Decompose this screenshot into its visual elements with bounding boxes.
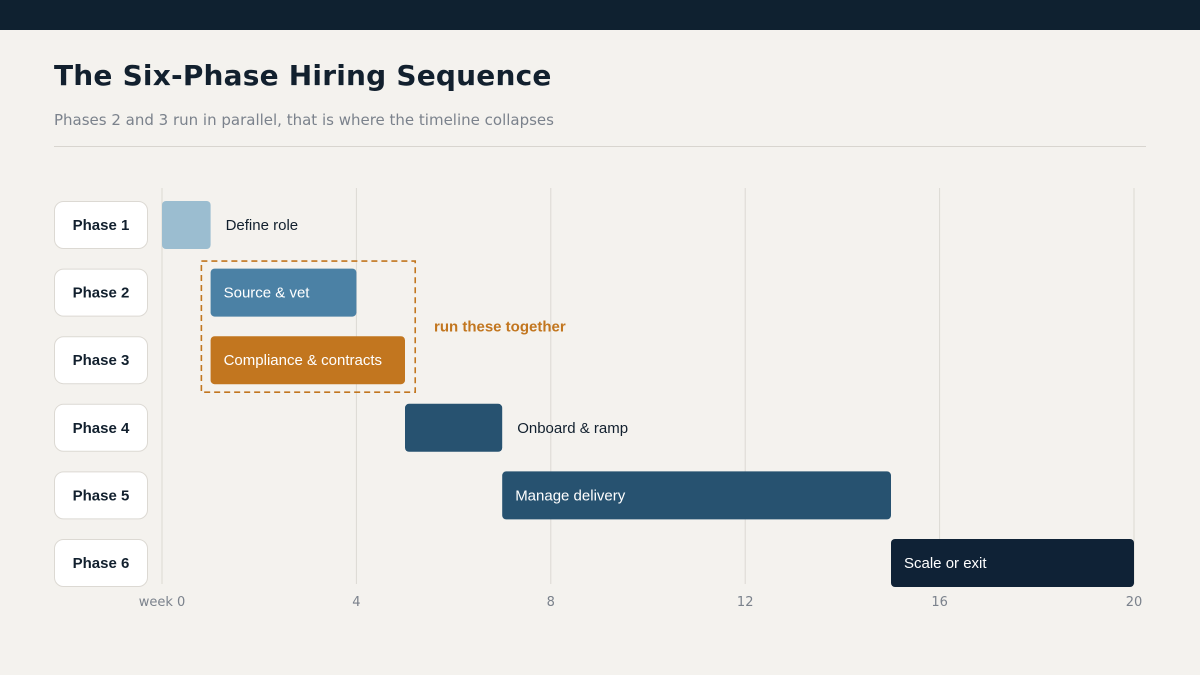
x-tick-label: 12 — [737, 595, 754, 610]
phase-bar-label: Define role — [226, 217, 299, 234]
phase-bar-label: Compliance & contracts — [224, 352, 382, 369]
gantt-chart: week 0 4 8 12 16 20 Phase 1 Define role Phase 2 S… — [54, 188, 1143, 610]
x-tick-label: week 0 — [139, 595, 186, 610]
phase-pill-label: Phase 5 — [73, 487, 130, 504]
phase-bar — [405, 403, 503, 452]
phase-bar-label: Manage delivery — [515, 487, 626, 504]
phase-bar — [162, 201, 211, 249]
x-tick-label: 4 — [352, 595, 360, 610]
phase-pill-label: Phase 3 — [73, 352, 130, 369]
phase-pill-label: Phase 1 — [73, 217, 130, 234]
phase-pill-label: Phase 2 — [73, 285, 130, 302]
x-tick-label: 16 — [931, 595, 948, 610]
phase-bar-label: Scale or exit — [904, 555, 987, 572]
x-tick-label: 8 — [547, 595, 555, 610]
phase-bar-label: Onboard & ramp — [517, 420, 628, 437]
phase-pill-label: Phase 6 — [73, 555, 130, 572]
phase-bar-label: Source & vet — [224, 285, 311, 302]
parallel-callout: run these together — [434, 319, 566, 336]
phase-pill-label: Phase 4 — [73, 420, 130, 437]
x-tick-label: 20 — [1126, 595, 1143, 610]
